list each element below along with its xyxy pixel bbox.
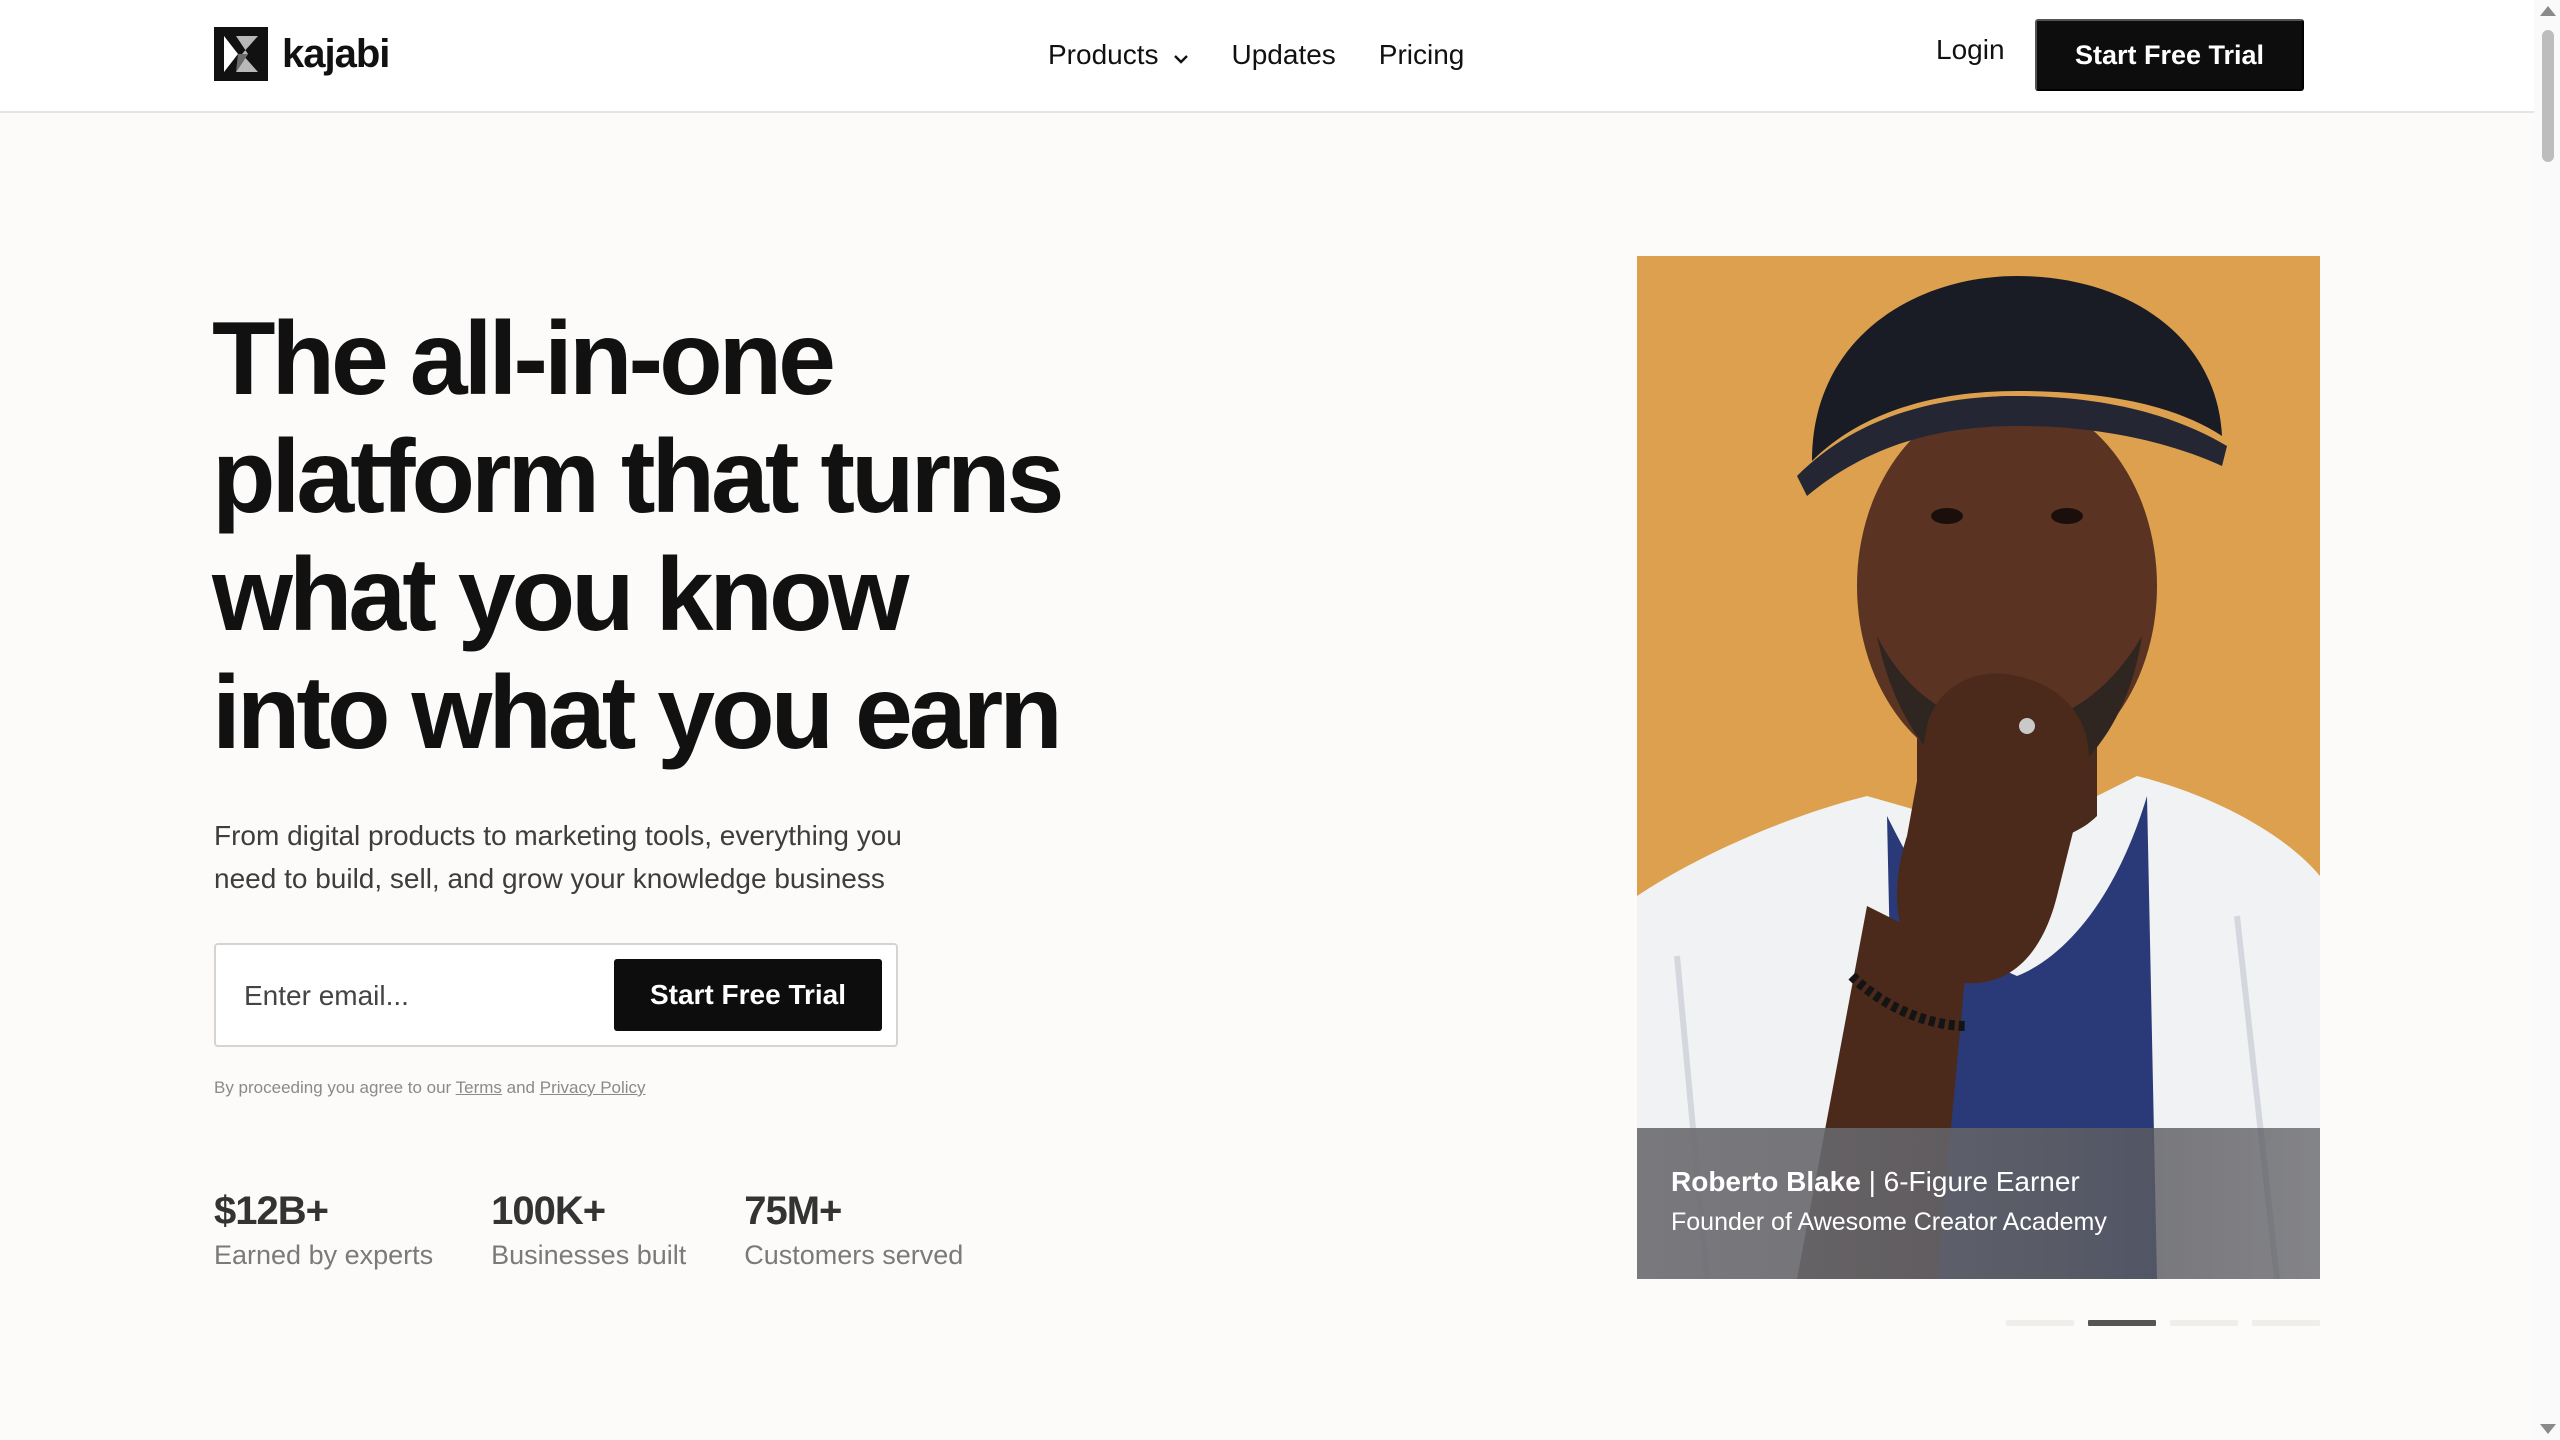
scroll-thumb[interactable] xyxy=(2542,30,2554,162)
nav-products-label: Products xyxy=(1048,39,1159,70)
testimonial-name: Roberto Blake xyxy=(1671,1166,1861,1197)
site-header: kajabi Products Updates Pricing Login St… xyxy=(0,0,2534,113)
legal-prefix: By proceeding you agree to our xyxy=(214,1078,456,1097)
stat-value: 100K+ xyxy=(491,1189,606,1233)
stat-value: $12B+ xyxy=(214,1189,329,1233)
headline-line: what you know xyxy=(212,537,909,653)
scroll-up-arrow-icon[interactable] xyxy=(2540,6,2556,16)
headline-line: The all-in-one xyxy=(212,301,836,417)
header-start-trial-button[interactable]: Start Free Trial xyxy=(2035,19,2304,91)
brand-logo[interactable]: kajabi xyxy=(214,27,390,81)
privacy-policy-link[interactable]: Privacy Policy xyxy=(540,1078,646,1097)
carousel-dot[interactable] xyxy=(2252,1320,2320,1326)
nav-products[interactable]: Products xyxy=(1048,39,1189,71)
terms-link[interactable]: Terms xyxy=(456,1078,502,1097)
email-signup-form: Start Free Trial xyxy=(214,943,898,1047)
carousel-dot[interactable] xyxy=(2006,1320,2074,1326)
testimonial-portrait xyxy=(1637,276,2320,1279)
caption-title: Roberto Blake | 6-Figure Earner xyxy=(1671,1164,2286,1200)
page: kajabi Products Updates Pricing Login St… xyxy=(0,0,2560,1440)
page-scrollbar[interactable] xyxy=(2534,0,2560,1440)
nav-pricing[interactable]: Pricing xyxy=(1379,39,1465,71)
hero-headline: The all-in-one platform that turns what … xyxy=(212,300,1172,772)
testimonial-caption: Roberto Blake | 6-Figure Earner Founder … xyxy=(1637,1128,2320,1279)
chevron-down-icon xyxy=(1173,39,1189,71)
headline-line: platform that turns xyxy=(212,419,1064,535)
headline-line: into what you earn xyxy=(212,655,1063,771)
stat-label: Businesses built xyxy=(491,1240,687,1270)
nav-pricing-label: Pricing xyxy=(1378,39,1465,70)
stat-label: Customers served xyxy=(744,1240,964,1270)
email-input[interactable] xyxy=(244,969,564,1023)
stat-item: $12B+ Earned by experts xyxy=(214,1186,433,1271)
carousel-dot[interactable] xyxy=(2170,1320,2238,1326)
login-link[interactable]: Login xyxy=(1936,34,2005,66)
main-nav: Products Updates Pricing xyxy=(1048,32,1507,78)
stat-item: 100K+ Businesses built xyxy=(491,1186,686,1271)
legal-notice: By proceeding you agree to our Terms and… xyxy=(214,1078,646,1098)
stat-value: 75M+ xyxy=(744,1189,842,1233)
carousel-dot-active[interactable] xyxy=(2088,1320,2156,1326)
hero-subhead: From digital products to marketing tools… xyxy=(214,814,974,900)
testimonial-title: | 6-Figure Earner xyxy=(1860,1166,2080,1197)
brand-name: kajabi xyxy=(282,31,390,76)
nav-updates[interactable]: Updates xyxy=(1232,39,1336,71)
testimonial-card: Roberto Blake | 6-Figure Earner Founder … xyxy=(1637,256,2320,1279)
nav-updates-label: Updates xyxy=(1231,39,1336,70)
subhead-line: From digital products to marketing tools… xyxy=(214,820,902,851)
testimonial-role: Founder of Awesome Creator Academy xyxy=(1671,1208,2107,1236)
subhead-line: need to build, sell, and grow your knowl… xyxy=(214,863,885,894)
stats-row: $12B+ Earned by experts 100K+ Businesses… xyxy=(214,1186,1021,1271)
kajabi-logo-icon xyxy=(214,27,268,81)
legal-and: and xyxy=(501,1078,540,1097)
start-trial-button[interactable]: Start Free Trial xyxy=(614,959,882,1031)
stat-item: 75M+ Customers served xyxy=(744,1186,963,1271)
scroll-down-arrow-icon[interactable] xyxy=(2540,1424,2556,1434)
stat-label: Earned by experts xyxy=(214,1240,434,1270)
carousel-indicators xyxy=(2006,1320,2334,1326)
